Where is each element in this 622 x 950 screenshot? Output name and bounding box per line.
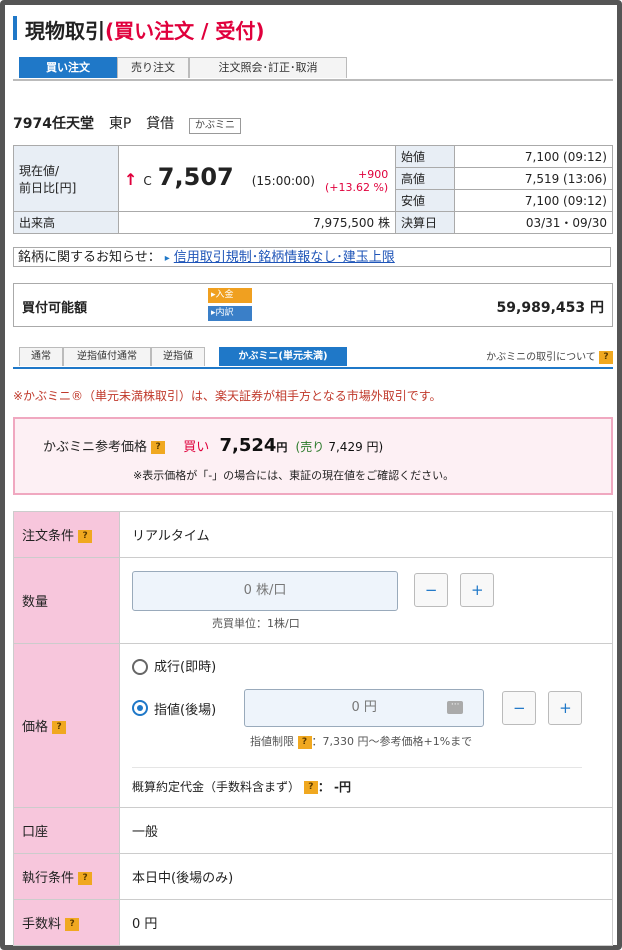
condition-value: リアルタイム xyxy=(119,511,613,558)
reference-note: ※表示価格が「-」の場合には、東証の現在値をご確認ください。 xyxy=(133,469,455,482)
settle-value: 03/31・09/30 xyxy=(454,211,613,234)
content: 現物取引(買い注文 / 受付) 買い注文 売り注文 注文照会･訂正･取消 797… xyxy=(13,13,613,946)
price-decrement-button[interactable]: − xyxy=(502,691,537,726)
settle-label: 決算日 xyxy=(395,211,455,234)
tab-stop-with-normal[interactable]: 逆指値付通常 xyxy=(63,347,151,366)
price-flag: C xyxy=(143,173,152,188)
tab-stop-order[interactable]: 逆指値 xyxy=(151,347,205,366)
price-label: 価格 ? xyxy=(13,643,120,808)
account-value: 一般 xyxy=(119,807,613,854)
deposit-button[interactable]: ▸入金 xyxy=(208,288,252,303)
help-icon[interactable]: ? xyxy=(297,735,312,749)
order-form: 注文条件 ? リアルタイム 数量 0 株/口 − + 売買単位：1株/口 価格 … xyxy=(13,511,613,946)
help-icon[interactable]: ? xyxy=(52,721,67,734)
current-price: 7,507 xyxy=(157,162,234,191)
title-accent-bar xyxy=(13,16,17,40)
page-frame: 現物取引(買い注文 / 受付) 買い注文 売り注文 注文照会･訂正･取消 797… xyxy=(0,0,622,950)
price-time: (15:00:00) xyxy=(251,173,315,188)
reference-price-box: かぶミニ参考価格 ? 買い 7,524円 (売り 7,429 円) ※表示価格が… xyxy=(13,417,613,495)
notice-link[interactable]: 信用取引規制･銘柄情報なし･建玉上限 xyxy=(174,250,395,265)
price-input[interactable]: 0 円 ··· xyxy=(244,689,485,728)
market-order-label: 成行(即時) xyxy=(154,659,217,675)
estimate-value: ： -円 xyxy=(317,780,352,795)
order-tabs: 買い注文 売り注文 注文照会･訂正･取消 xyxy=(13,57,613,81)
quote-table: 現在値/ 前日比[円] ↑ C 7,507 (15:00:00) +900 (+13.62… xyxy=(13,145,613,234)
fee-label: 手数料 ? xyxy=(13,899,120,946)
reference-sell-value: 7,429 円) xyxy=(328,440,384,454)
buying-power-box: 買付可能額 ▸入金 ▸内訳 59,989,453 円 xyxy=(13,283,613,327)
buying-power-label: 買付可能額 xyxy=(22,301,88,316)
current-price-label: 現在値/ 前日比[円] xyxy=(13,145,119,212)
open-value: 7,100 (09:12) xyxy=(454,145,613,168)
stock-market: 東P xyxy=(108,116,132,132)
stock-code-name: 7974任天堂 xyxy=(13,116,94,132)
price-increment-button[interactable]: + xyxy=(548,691,583,726)
quantity-unit-note: 売買単位：1株/口 xyxy=(212,616,300,630)
market-order-radio[interactable] xyxy=(132,659,148,676)
reference-buy-value: 7,524 xyxy=(219,435,277,456)
help-icon[interactable]: ? xyxy=(151,441,166,454)
low-label: 安値 xyxy=(395,189,455,212)
otc-warning: ※かぶミニ®（単元未満株取引）は、楽天証券が相手方となる市場外取引です。 xyxy=(13,389,442,403)
order-type-tabs: 通常 逆指値付通常 逆指値 かぶミニ(単元未満) かぶミニの取引について ? xyxy=(13,347,613,369)
open-label: 始値 xyxy=(395,145,455,168)
volume-value: 7,975,500 株 xyxy=(118,211,396,234)
quantity-label: 数量 xyxy=(13,557,120,644)
tab-buy-order[interactable]: 買い注文 xyxy=(19,57,117,78)
tab-kabumini[interactable]: かぶミニ(単元未満) xyxy=(219,347,347,366)
stock-notice: 銘柄に関するお知らせ： ▸ 信用取引規制･銘柄情報なし･建玉上限 xyxy=(13,247,611,267)
quantity-decrement-button[interactable]: − xyxy=(414,573,449,607)
reference-yen: 円 xyxy=(276,441,288,454)
help-icon[interactable]: ? xyxy=(78,530,93,543)
reference-buy-label: 買い xyxy=(183,440,210,455)
page-header: 現物取引(買い注文 / 受付) xyxy=(13,13,613,43)
kabumini-tag: かぶミニ xyxy=(189,118,242,134)
current-price-cell: ↑ C 7,507 (15:00:00) +900 (+13.62 %) xyxy=(118,145,396,212)
tab-sell-order[interactable]: 売り注文 xyxy=(117,57,189,78)
limit-note: 指値制限 ? ：7,330 円〜参考価格+1%まで xyxy=(250,735,473,749)
keypad-icon[interactable]: ··· xyxy=(447,701,464,715)
estimate-row: 概算約定代金（手数料含まず） ?： -円 xyxy=(132,767,582,795)
price-change: +900 (+13.62 %) xyxy=(324,168,389,195)
condition-label: 注文条件 ? xyxy=(13,511,120,558)
stock-margin-type: 貸借 xyxy=(146,116,175,132)
tab-order-inquiry[interactable]: 注文照会･訂正･取消 xyxy=(189,57,347,78)
reference-sell-label: (売り xyxy=(295,440,325,454)
quantity-increment-button[interactable]: + xyxy=(460,573,495,607)
fee-value: 0 円 xyxy=(119,899,613,946)
about-kabumini-link[interactable]: かぶミニの取引について ? xyxy=(486,348,613,364)
limit-order-label: 指値(後場) xyxy=(154,702,217,718)
detail-button[interactable]: ▸内訳 xyxy=(208,306,252,321)
account-label: 口座 xyxy=(13,807,120,854)
help-icon[interactable]: ? xyxy=(303,781,318,795)
notice-label: 銘柄に関するお知らせ： xyxy=(18,250,161,265)
help-icon[interactable]: ? xyxy=(78,872,93,885)
exec-condition-label: 執行条件 ? xyxy=(13,853,120,900)
high-value: 7,519 (13:06) xyxy=(454,167,613,190)
up-arrow-icon: ↑ xyxy=(124,169,138,189)
volume-label: 出来高 xyxy=(13,211,119,234)
low-value: 7,100 (09:12) xyxy=(454,189,613,212)
high-label: 高値 xyxy=(395,167,455,190)
buying-power-value: 59,989,453 円 xyxy=(496,300,604,316)
tab-normal[interactable]: 通常 xyxy=(19,347,63,366)
reference-label: かぶミニ参考価格 xyxy=(43,440,148,455)
link-arrow-icon: ▸ xyxy=(164,253,170,264)
help-icon[interactable]: ? xyxy=(599,350,613,364)
stock-info: 7974任天堂 東P 貸借 かぶミニ xyxy=(13,113,251,134)
page-title: 現物取引(買い注文 / 受付) xyxy=(25,19,265,43)
quantity-input[interactable]: 0 株/口 xyxy=(132,570,398,611)
limit-order-radio[interactable] xyxy=(132,700,148,717)
exec-condition-value: 本日中(後場のみ) xyxy=(119,853,613,900)
help-icon[interactable]: ? xyxy=(65,918,80,931)
